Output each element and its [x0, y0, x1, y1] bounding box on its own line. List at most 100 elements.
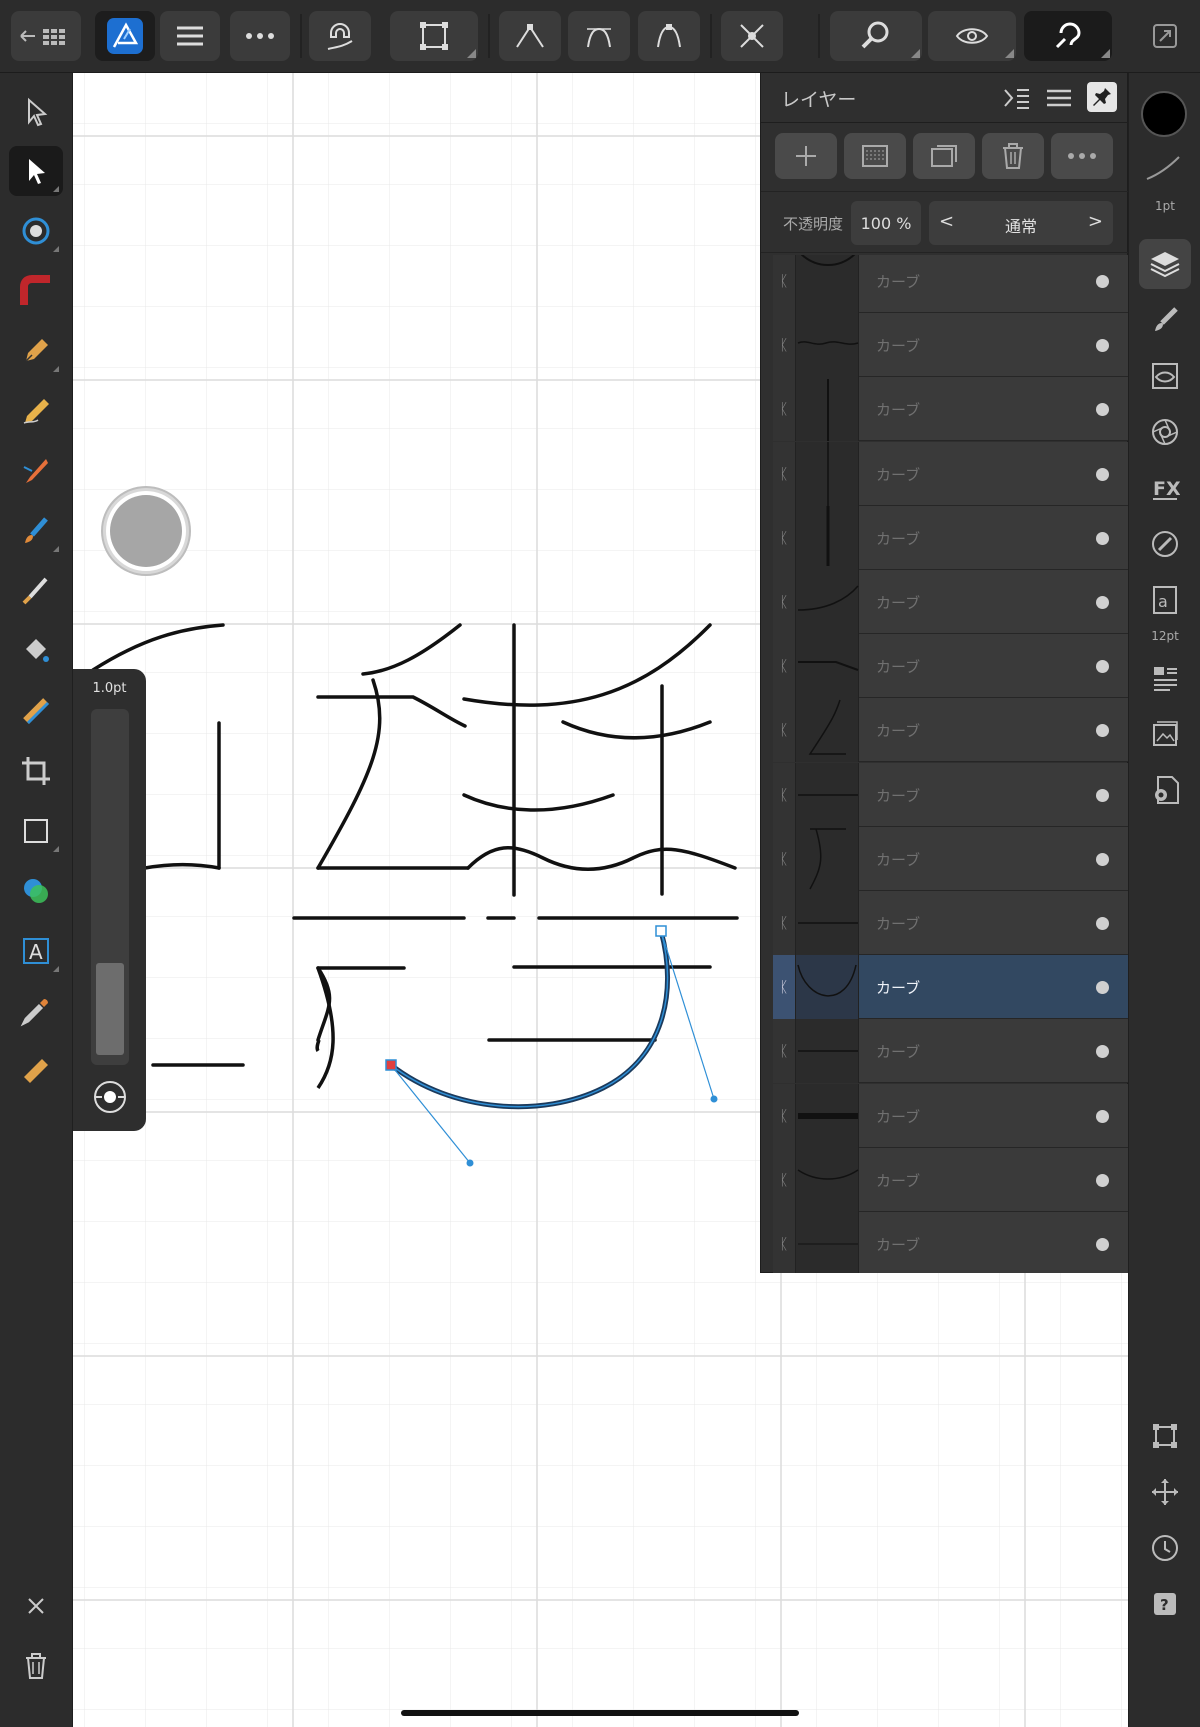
visibility-dot-icon[interactable] [1096, 1238, 1109, 1251]
zoom-button[interactable] [830, 11, 922, 61]
visibility-dot-icon[interactable] [1096, 1109, 1109, 1123]
brushes-studio-button[interactable] [1139, 295, 1191, 345]
move-tool[interactable] [9, 87, 63, 137]
visibility-dot-icon[interactable] [1096, 1173, 1109, 1187]
align-studio-button[interactable] [1139, 653, 1191, 703]
visibility-dot-icon[interactable] [1096, 917, 1109, 930]
transform-handles-button[interactable] [1139, 1411, 1191, 1461]
layer-row[interactable]: ᛕ カーブ [773, 1083, 1129, 1148]
smart-node-button[interactable] [638, 11, 700, 61]
corner-tool[interactable] [9, 266, 63, 316]
knife-tool[interactable] [9, 566, 63, 616]
layer-row[interactable]: ᛕ カーブ [773, 891, 1129, 955]
start-node-handle[interactable] [385, 1059, 397, 1071]
hover-button[interactable] [101, 486, 191, 576]
layer-row[interactable]: ᛕ カーブ [773, 826, 1129, 891]
visibility-dot-icon[interactable] [1096, 981, 1109, 995]
view-mode-button[interactable] [928, 11, 1016, 61]
delete-layer-button[interactable] [982, 133, 1044, 179]
layer-row[interactable]: ᛕ カーブ [773, 441, 1129, 506]
contour-tool[interactable] [9, 206, 63, 256]
visibility-dot-icon[interactable] [1096, 1045, 1109, 1059]
designer-persona-button[interactable] [95, 11, 155, 61]
settings-studio-button[interactable] [1139, 765, 1191, 815]
layer-row[interactable]: ᛕ カーブ [773, 1212, 1129, 1273]
layer-row[interactable]: ᛕ カーブ [773, 762, 1129, 827]
layer-row[interactable]: ᛕ カーブ [773, 1019, 1129, 1084]
layer-row[interactable]: ᛕ カーブ [773, 505, 1129, 570]
break-curve-button[interactable] [721, 11, 783, 61]
layer-row[interactable]: ᛕ カーブ [773, 313, 1129, 378]
visibility-dot-icon[interactable] [1096, 467, 1109, 481]
measure-tool[interactable] [9, 1046, 63, 1096]
layer-options-button[interactable] [1051, 133, 1113, 179]
blend-mode-selector[interactable]: < 通常 > [929, 201, 1113, 245]
group-button[interactable] [913, 133, 975, 179]
visibility-dot-icon[interactable] [1096, 660, 1109, 674]
history-button[interactable] [1139, 1523, 1191, 1573]
more-options-button[interactable] [230, 11, 290, 61]
layer-row[interactable]: ᛕ カーブ [773, 570, 1129, 634]
transform-options-button[interactable] [390, 11, 478, 61]
smooth-node-button[interactable] [568, 11, 630, 61]
layers-studio-button[interactable] [1139, 239, 1191, 289]
assistant-button[interactable] [1024, 11, 1112, 61]
document-menu-button[interactable] [160, 11, 220, 61]
color-picker-tool[interactable] [9, 986, 63, 1036]
visibility-dot-icon[interactable] [1096, 339, 1109, 353]
crop-tool[interactable] [9, 746, 63, 796]
snapping-button[interactable] [309, 11, 371, 61]
control-handle[interactable] [466, 1159, 474, 1167]
pencil-tool[interactable] [9, 386, 63, 436]
appearance-studio-button[interactable] [1139, 351, 1191, 401]
visibility-dot-icon[interactable] [1096, 724, 1109, 738]
pixel-brush-tool[interactable] [9, 506, 63, 556]
layer-row[interactable]: ᛕ カーブ [773, 634, 1129, 699]
delete-button[interactable] [9, 1641, 63, 1691]
close-button[interactable] [9, 1581, 63, 1631]
transform-studio-button[interactable] [1139, 407, 1191, 457]
visibility-dot-icon[interactable] [1096, 275, 1109, 288]
layer-row[interactable]: ᛕ カーブ [773, 698, 1129, 763]
visibility-dot-icon[interactable] [1096, 596, 1109, 609]
text-styles-studio-button[interactable]: a [1139, 575, 1191, 625]
effects-studio-button[interactable]: FX [1139, 463, 1191, 513]
help-button[interactable]: ? [1139, 1579, 1191, 1629]
shape-builder-tool[interactable] [9, 866, 63, 916]
fullscreen-button[interactable] [1140, 11, 1190, 61]
add-pixel-layer-button[interactable] [844, 133, 906, 179]
layer-row[interactable]: ᛕ カーブ [773, 255, 1129, 313]
fill-color-swatch[interactable] [1141, 91, 1187, 137]
end-node-handle[interactable] [655, 925, 667, 937]
layer-row[interactable]: ᛕ カーブ [773, 955, 1129, 1020]
artistic-text-tool[interactable]: A [9, 926, 63, 976]
color-studio-button[interactable] [1139, 519, 1191, 569]
node-tool[interactable] [9, 146, 63, 196]
stroke-width-slider[interactable] [91, 709, 129, 1065]
visibility-dot-icon[interactable] [1096, 788, 1109, 802]
control-handle[interactable] [710, 1095, 718, 1103]
stock-studio-button[interactable] [1139, 709, 1191, 759]
collapse-button[interactable] [999, 81, 1035, 115]
add-layer-button[interactable] [775, 133, 837, 179]
layer-row[interactable]: ᛕ カーブ [773, 377, 1129, 442]
fill-tool[interactable] [9, 626, 63, 676]
rectangle-tool[interactable] [9, 806, 63, 856]
back-to-documents-button[interactable] [11, 11, 81, 61]
layers-list[interactable]: ᛕ カーブ ᛕ カーブ ᛕ カーブ ᛕ カーブ ᛕ カーブ ᛕ カーブ ᛕ カーブ ᛕ カーブ ᛕ カーブ ᛕ カーブ… [761, 255, 1129, 1273]
layer-row[interactable]: ᛕ カーブ [773, 1147, 1129, 1212]
blend-next-button[interactable]: > [1088, 211, 1103, 232]
pin-panel-button[interactable] [1087, 82, 1117, 112]
navigator-button[interactable] [1139, 1467, 1191, 1517]
vector-brush-tool[interactable] [9, 446, 63, 496]
opacity-field[interactable]: 100 % [851, 201, 921, 245]
panel-menu-button[interactable] [1041, 81, 1077, 115]
stroke-style-button[interactable] [1143, 153, 1183, 187]
transparency-tool[interactable] [9, 686, 63, 736]
pen-tool[interactable] [9, 326, 63, 376]
visibility-dot-icon[interactable] [1096, 852, 1109, 866]
sharp-node-button[interactable] [499, 11, 561, 61]
visibility-dot-icon[interactable] [1096, 531, 1109, 545]
pressure-toggle[interactable] [92, 1079, 128, 1119]
visibility-dot-icon[interactable] [1096, 403, 1109, 417]
